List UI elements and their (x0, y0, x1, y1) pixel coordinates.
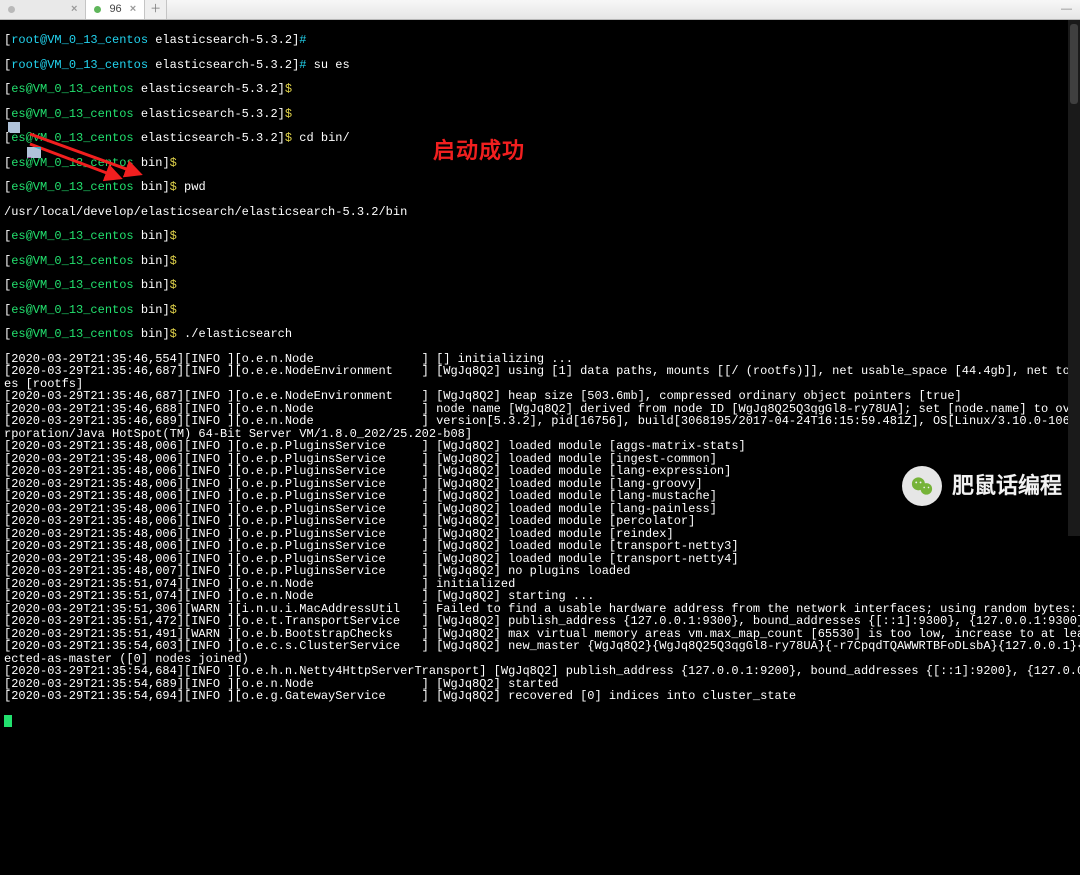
close-icon[interactable]: × (130, 4, 136, 15)
log-line: [2020-03-29T21:35:48,006][INFO ][o.e.p.P… (4, 540, 1076, 553)
log-line: [2020-03-29T21:35:54,689][INFO ][o.e.n.N… (4, 678, 1076, 691)
log-line: [2020-03-29T21:35:48,007][INFO ][o.e.p.P… (4, 565, 1076, 578)
log-line: [2020-03-29T21:35:54,684][INFO ][o.e.h.n… (4, 665, 1076, 678)
minimize-icon[interactable]: — (1061, 4, 1072, 15)
tab-active[interactable]: 96 × (86, 0, 145, 19)
watermark-text: 肥鼠话编程 (952, 475, 1062, 497)
log-line: [2020-03-29T21:35:48,006][INFO ][o.e.p.P… (4, 440, 1076, 453)
log-line: [2020-03-29T21:35:51,074][INFO ][o.e.n.N… (4, 578, 1076, 591)
scrollbar-thumb[interactable] (1070, 24, 1078, 104)
text-selection (27, 147, 41, 158)
tab-inactive[interactable]: × (0, 0, 86, 19)
status-dot-icon (8, 6, 15, 13)
log-line: [2020-03-29T21:35:48,006][INFO ][o.e.p.P… (4, 553, 1076, 566)
log-line: [2020-03-29T21:35:51,074][INFO ][o.e.n.N… (4, 590, 1076, 603)
log-line: [2020-03-29T21:35:54,603][INFO ][o.e.c.s… (4, 640, 1076, 653)
watermark: 肥鼠话编程 (902, 466, 1062, 506)
log-line: [2020-03-29T21:35:46,687][INFO ][o.e.e.N… (4, 390, 1076, 403)
text-selection (8, 122, 20, 133)
log-line: [2020-03-29T21:35:46,689][INFO ][o.e.n.N… (4, 415, 1076, 428)
log-line: [2020-03-29T21:35:51,491][WARN ][o.e.b.B… (4, 628, 1076, 641)
wechat-icon (902, 466, 942, 506)
log-line: [2020-03-29T21:35:48,006][INFO ][o.e.p.P… (4, 528, 1076, 541)
log-line: [2020-03-29T21:35:51,306][WARN ][i.n.u.i… (4, 603, 1076, 616)
window-buttons: — (1061, 0, 1080, 19)
new-tab-button[interactable]: ＋ (145, 0, 167, 19)
log-line: [2020-03-29T21:35:54,694][INFO ][o.e.g.G… (4, 690, 1076, 703)
tab-bar: × 96 × ＋ — (0, 0, 1080, 20)
tab-label: 96 (109, 4, 121, 15)
terminal[interactable]: [root@VM_0_13_centos elasticsearch-5.3.2… (0, 20, 1080, 875)
log-line: [2020-03-29T21:35:46,687][INFO ][o.e.e.N… (4, 365, 1076, 378)
status-dot-icon (94, 6, 101, 13)
annotation-label: 启动成功 (433, 140, 525, 162)
terminal-cursor (4, 715, 12, 727)
log-line: ected-as-master ([0] nodes joined) (4, 653, 1076, 666)
log-line: [2020-03-29T21:35:51,472][INFO ][o.e.t.T… (4, 615, 1076, 628)
scrollbar[interactable] (1068, 20, 1080, 536)
log-line: [2020-03-29T21:35:48,006][INFO ][o.e.p.P… (4, 515, 1076, 528)
close-icon[interactable]: × (71, 4, 77, 15)
